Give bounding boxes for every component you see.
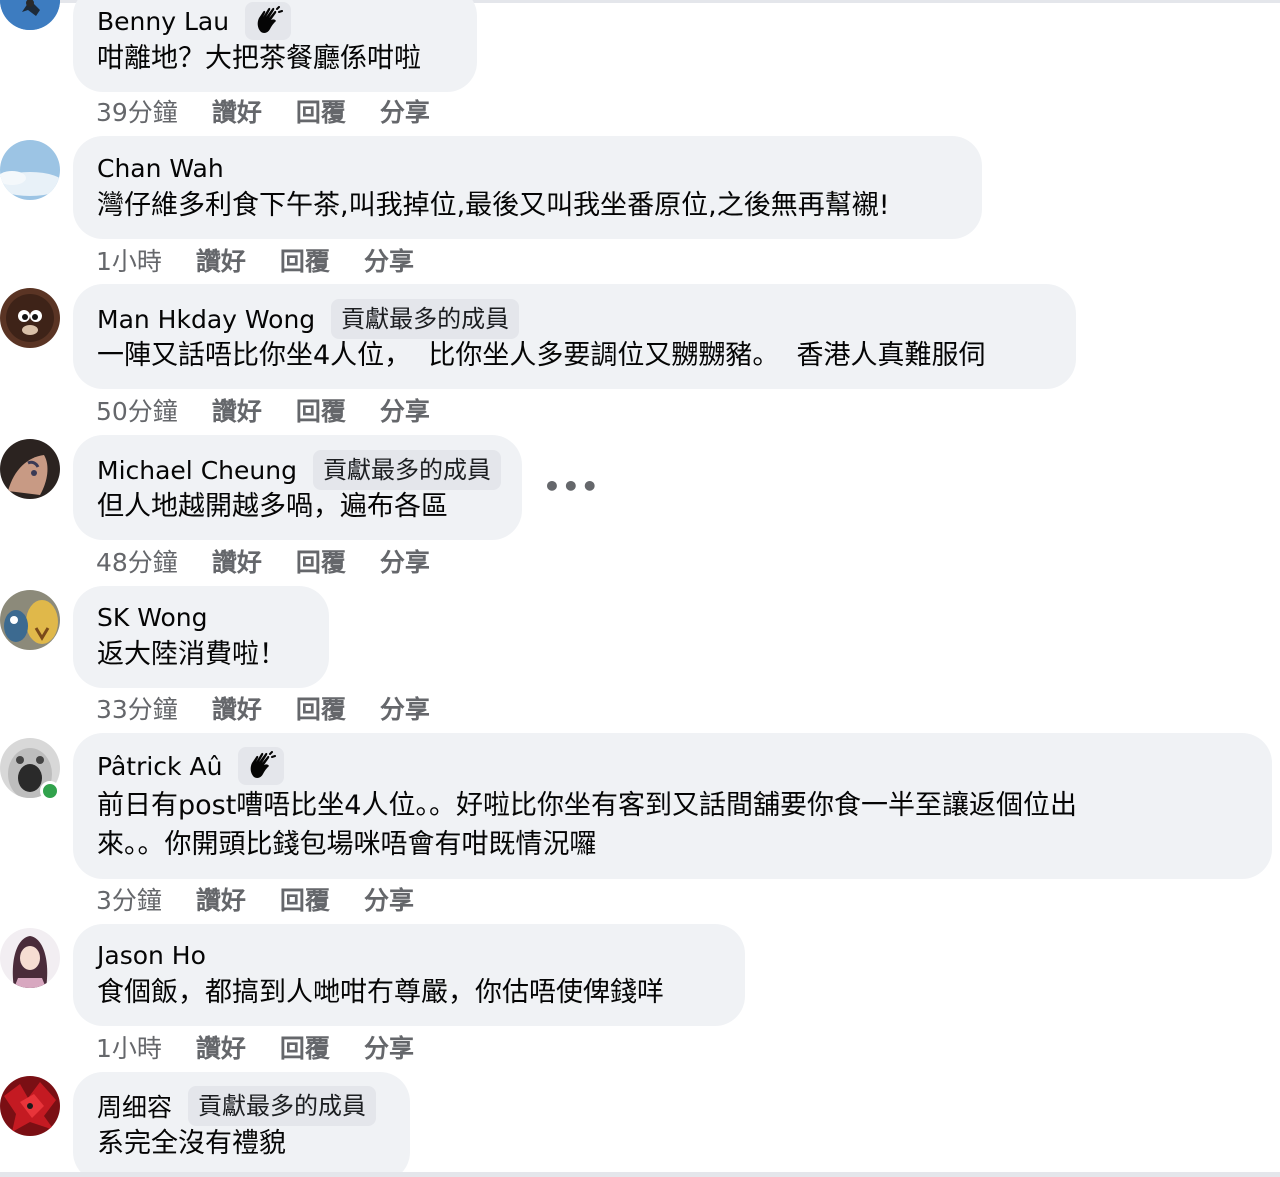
waving-hand-icon	[238, 747, 285, 785]
share-button[interactable]: 分享	[380, 392, 430, 428]
top-contributor-badge: 貢獻最多的成員	[312, 450, 501, 490]
top-contributor-badge: 貢獻最多的成員	[188, 1086, 377, 1126]
share-button[interactable]: 分享	[364, 881, 414, 917]
commenter-name[interactable]: Man Hkday Wong	[97, 305, 315, 334]
comment-text-line: 來。。你開頭比錢包場咪唔會有咁既情況囉	[97, 829, 597, 860]
comment-timestamp[interactable]: 1小時	[96, 242, 162, 278]
avatar[interactable]	[0, 928, 60, 988]
reply-button[interactable]: 回覆	[296, 543, 346, 579]
avatar[interactable]	[0, 0, 60, 30]
commenter-name[interactable]: Chan Wah	[97, 154, 224, 183]
reply-button[interactable]: 回覆	[296, 392, 346, 428]
waving-hand-icon	[245, 2, 292, 40]
comment-timestamp[interactable]: 39分鐘	[96, 93, 178, 129]
like-button[interactable]: 讚好	[196, 1029, 246, 1065]
like-button[interactable]: 讚好	[196, 881, 246, 917]
commenter-name[interactable]: SK Wong	[97, 603, 207, 632]
comment-timestamp[interactable]: 1小時	[96, 1029, 162, 1065]
share-button[interactable]: 分享	[364, 242, 414, 278]
like-button[interactable]: 讚好	[212, 93, 262, 129]
reply-button[interactable]: 回覆	[280, 242, 330, 278]
comment-bubble: Pâtrick Aû 前日有post嘈唔比坐4人位。。好啦比你坐有客到又話間舖要…	[73, 733, 1272, 879]
comment-text: 灣仔維多利食下午茶,叫我掉位,最後又叫我坐番原位,之後無再幫襯!	[97, 190, 890, 221]
comment-text-line: 前日有post嘈唔比坐4人位。。好啦比你坐有客到又話間舖要你食一半至讓返個位出	[97, 790, 1077, 821]
comment-text: 食個飯，都搞到人哋咁冇尊嚴，你估唔使俾錢咩	[97, 977, 664, 1008]
comment-actions: 1小時 讚好 回覆 分享	[96, 242, 448, 278]
avatar[interactable]	[0, 288, 60, 348]
comments-page: Benny Lau 咁離地？大把茶餐廳係咁啦 39分鐘 讚好 回覆 分享 Cha…	[0, 0, 1280, 1177]
like-button[interactable]: 讚好	[196, 242, 246, 278]
avatar[interactable]	[0, 590, 60, 650]
comment-text: 一陣又話唔比你坐4人位， 比你坐人多要調位又嬲嬲豬。 香港人真難服伺	[97, 340, 986, 371]
commenter-name[interactable]: Benny Lau	[97, 7, 229, 36]
comment-actions: 3分鐘 讚好 回覆 分享	[96, 881, 448, 917]
comment-text: 系完全沒有禮貌	[97, 1128, 286, 1159]
avatar[interactable]	[0, 140, 60, 200]
comment-bubble: Man Hkday Wong 貢獻最多的成員 一陣又話唔比你坐4人位， 比你坐人…	[73, 284, 1076, 389]
comment-actions: 33分鐘 讚好 回覆 分享	[96, 690, 464, 726]
reply-button[interactable]: 回覆	[280, 881, 330, 917]
more-options-icon[interactable]: •••	[543, 470, 600, 503]
online-status-icon	[40, 781, 60, 801]
comment-actions: 50分鐘 讚好 回覆 分享	[96, 392, 464, 428]
comment-text: 返大陸消費啦！	[97, 639, 286, 670]
share-button[interactable]: 分享	[380, 690, 430, 726]
share-button[interactable]: 分享	[380, 543, 430, 579]
avatar[interactable]	[0, 439, 60, 499]
comment-timestamp[interactable]: 3分鐘	[96, 881, 162, 917]
comment-actions: 48分鐘 讚好 回覆 分享	[96, 543, 464, 579]
comment-bubble: Benny Lau 咁離地？大把茶餐廳係咁啦	[73, 0, 477, 92]
comment-bubble: Jason Ho 食個飯，都搞到人哋咁冇尊嚴，你估唔使俾錢咩	[73, 924, 745, 1026]
comment-timestamp[interactable]: 50分鐘	[96, 392, 178, 428]
comment-text: 咁離地？大把茶餐廳係咁啦	[97, 43, 421, 74]
comment-actions: 39分鐘 讚好 回覆 分享	[96, 93, 464, 129]
like-button[interactable]: 讚好	[212, 543, 262, 579]
comment-actions: 1小時 讚好 回覆 分享	[96, 1029, 448, 1065]
commenter-name[interactable]: Pâtrick Aû	[97, 752, 222, 781]
bottom-divider	[0, 1172, 1280, 1177]
avatar[interactable]	[0, 1076, 60, 1136]
reply-button[interactable]: 回覆	[296, 690, 346, 726]
share-button[interactable]: 分享	[364, 1029, 414, 1065]
reply-button[interactable]: 回覆	[296, 93, 346, 129]
commenter-name[interactable]: Michael Cheung	[97, 456, 297, 485]
commenter-name[interactable]: Jason Ho	[97, 941, 206, 970]
comment-bubble: Chan Wah 灣仔維多利食下午茶,叫我掉位,最後又叫我坐番原位,之後無再幫襯…	[73, 136, 982, 239]
top-contributor-badge: 貢獻最多的成員	[331, 299, 520, 339]
comment-bubble: 周细容 貢獻最多的成員 系完全沒有禮貌	[73, 1072, 410, 1177]
comment-timestamp[interactable]: 33分鐘	[96, 690, 178, 726]
comment-bubble: SK Wong 返大陸消費啦！	[73, 586, 329, 688]
like-button[interactable]: 讚好	[212, 392, 262, 428]
comment-bubble: Michael Cheung 貢獻最多的成員 但人地越開越多喎，遍布各區	[73, 435, 522, 540]
like-button[interactable]: 讚好	[212, 690, 262, 726]
comment-text: 但人地越開越多喎，遍布各區	[97, 491, 448, 522]
comment-timestamp[interactable]: 48分鐘	[96, 543, 178, 579]
reply-button[interactable]: 回覆	[280, 1029, 330, 1065]
commenter-name[interactable]: 周细容	[97, 1088, 172, 1124]
share-button[interactable]: 分享	[380, 93, 430, 129]
